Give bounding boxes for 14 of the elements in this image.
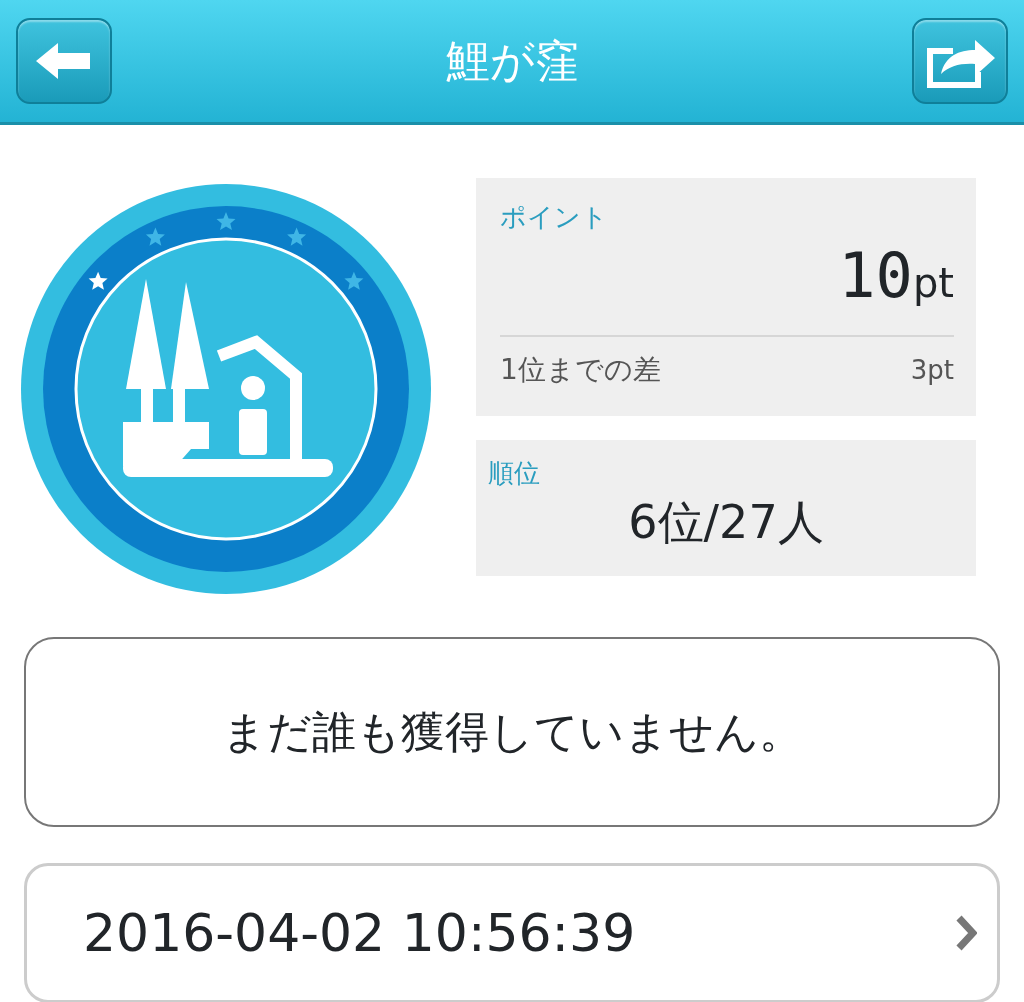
page-title: 鯉が窪: [445, 34, 579, 88]
rank-value: 6位/27人: [628, 499, 824, 545]
empty-message: まだ誰も獲得していません。: [221, 705, 803, 759]
gap-label: 1位までの差: [500, 352, 661, 388]
timestamp: 2016-04-02 10:56:39: [83, 902, 636, 965]
history-row[interactable]: 2016-04-02 10:56:39: [24, 863, 1000, 1002]
points-value: 10pt: [838, 245, 954, 313]
back-button[interactable]: [16, 18, 112, 104]
rank-label: 順位: [488, 457, 540, 490]
points-label: ポイント: [500, 201, 608, 234]
gap-value: 3pt: [910, 353, 954, 387]
left-arrow-icon: [36, 43, 92, 79]
share-button[interactable]: [912, 18, 1008, 104]
chevron-icon: [955, 914, 977, 952]
